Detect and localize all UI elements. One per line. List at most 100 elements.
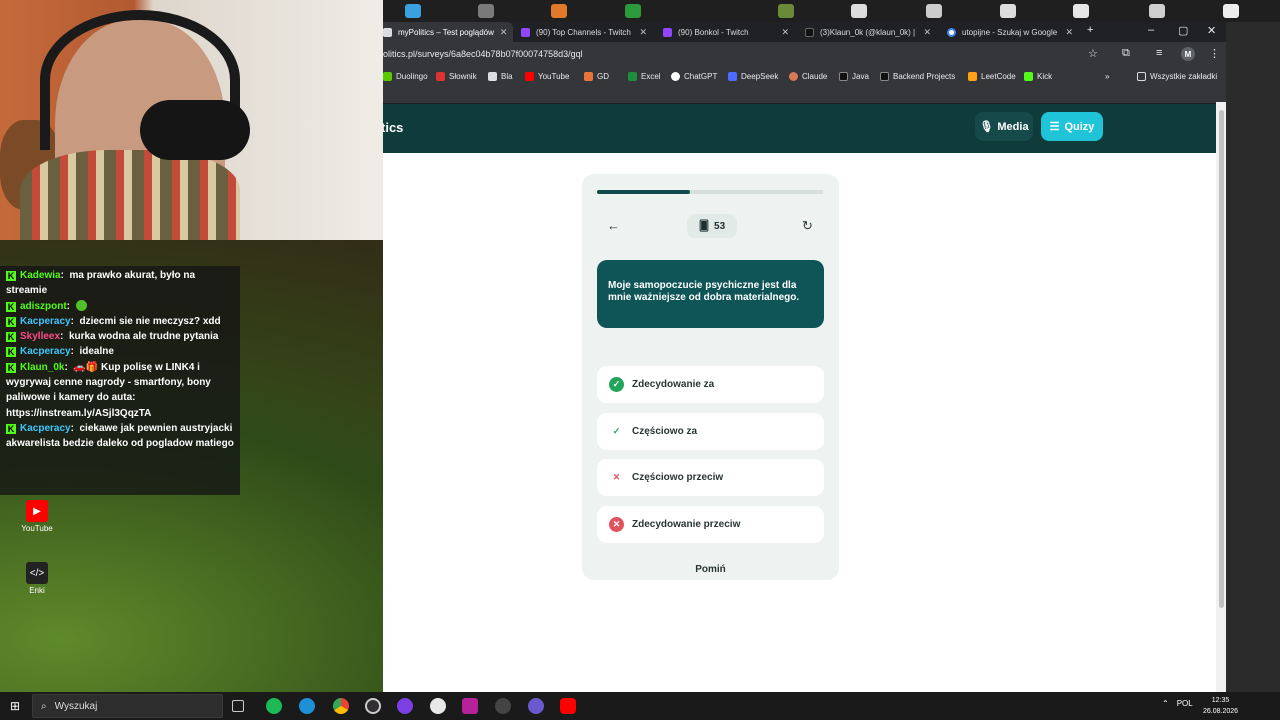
spotify-icon[interactable] bbox=[266, 698, 282, 714]
windows-start-icon[interactable]: ⊞ bbox=[10, 699, 20, 713]
kick-badge-icon: K bbox=[6, 347, 16, 358]
star-icon[interactable]: ☆ bbox=[1088, 47, 1098, 60]
heart-icon bbox=[584, 72, 593, 81]
bookmark-excel[interactable]: Excel bbox=[628, 72, 661, 81]
streamer-shirt bbox=[20, 150, 240, 240]
bookmark-slownik[interactable]: Słownik bbox=[436, 72, 477, 81]
tab-label: (90) Top Channels - Twitch bbox=[536, 27, 631, 37]
app-icon[interactable] bbox=[495, 698, 511, 714]
desktop-icon-label: Enki bbox=[29, 586, 45, 595]
webcam-overlay bbox=[0, 0, 383, 240]
app-icon[interactable] bbox=[478, 4, 494, 18]
url-field[interactable]: olitics.pl/surveys/6a8ec04b78b07f0007475… bbox=[383, 49, 583, 59]
tab-mypolitics[interactable]: myPolitics – Test poglądów ✕ bbox=[377, 22, 513, 42]
chat-message: K Skylleex: kurka wodna ale trudne pytani… bbox=[6, 331, 219, 343]
app-icon[interactable] bbox=[778, 4, 794, 18]
document-icon[interactable] bbox=[1149, 4, 1165, 18]
bookmark-claude[interactable]: Claude bbox=[789, 72, 827, 81]
tab-strip: myPolitics – Test poglądów ✕ (90) Top Ch… bbox=[377, 22, 1238, 42]
maximize-icon[interactable]: ▢ bbox=[1178, 24, 1188, 37]
question-counter: 🂠 53 bbox=[687, 214, 737, 238]
minimize-icon[interactable]: – bbox=[1148, 24, 1154, 36]
document-icon[interactable] bbox=[926, 4, 942, 18]
tab-label: (3)Klaun_0k (@klaun_0k) | bbox=[820, 27, 916, 37]
tab-google[interactable]: utopijne - Szukaj w Google ✕ bbox=[941, 22, 1079, 42]
language-indicator[interactable]: POL bbox=[1177, 699, 1193, 708]
bookmark-chatgpt[interactable]: ChatGPT bbox=[671, 72, 717, 81]
media-button[interactable]: 🎙 Media bbox=[975, 112, 1033, 141]
desktop-icon-enki[interactable]: </> Enki bbox=[18, 562, 56, 595]
all-bookmarks[interactable]: Wszystkie zakładki bbox=[1137, 72, 1217, 81]
taskbar-search[interactable]: ⌕ Wyszukaj bbox=[32, 694, 223, 718]
option-partly-agree[interactable]: ✓ Częściowo za bbox=[597, 413, 824, 450]
obs-icon[interactable] bbox=[365, 698, 381, 714]
question-text: Moje samopoczucie psychiczne jest dla mn… bbox=[597, 260, 824, 328]
app-icon[interactable] bbox=[528, 698, 544, 714]
site-logo[interactable]: tics bbox=[381, 120, 403, 135]
folder-icon[interactable] bbox=[405, 4, 421, 18]
chat-username: adiszpont bbox=[20, 300, 67, 312]
bookmark-java[interactable]: Java bbox=[839, 72, 869, 81]
x-circle-icon: ✕ bbox=[609, 517, 624, 532]
document-icon[interactable] bbox=[851, 4, 867, 18]
bookmark-duolingo[interactable]: Duolingo bbox=[383, 72, 428, 81]
clock[interactable]: 12:35 26.08.2026 bbox=[1203, 695, 1238, 717]
tab-tiktok[interactable]: (3)Klaun_0k (@klaun_0k) | ✕ bbox=[799, 22, 937, 42]
document-icon[interactable] bbox=[1223, 4, 1239, 18]
bookmark-bla[interactable]: Bla bbox=[488, 72, 513, 81]
tab-bonkol[interactable]: (90) Bonkol - Twitch ✕ bbox=[657, 22, 795, 42]
bookmark-deepseek[interactable]: DeepSeek bbox=[728, 72, 778, 81]
bookmark-kick[interactable]: Kick bbox=[1024, 72, 1052, 81]
more-bookmarks-icon[interactable]: » bbox=[1105, 72, 1109, 81]
new-tab-icon[interactable]: + bbox=[1087, 24, 1093, 36]
profile-avatar[interactable]: M bbox=[1181, 47, 1195, 61]
task-view-icon[interactable] bbox=[232, 700, 244, 712]
chat-text: idealne bbox=[79, 346, 114, 358]
twitch-icon bbox=[521, 27, 530, 37]
option-strongly-agree[interactable]: ✓ Zdecydowanie za bbox=[597, 366, 824, 403]
onenote-icon[interactable] bbox=[462, 698, 478, 714]
close-icon[interactable]: ✕ bbox=[1065, 27, 1073, 38]
skip-button[interactable]: Pomiń bbox=[582, 564, 839, 575]
document-icon[interactable] bbox=[1000, 4, 1016, 18]
bookmark-gd[interactable]: GD bbox=[584, 72, 609, 81]
bookmark-label: GD bbox=[597, 72, 609, 81]
media-control-icon[interactable]: ≡ bbox=[1156, 47, 1162, 59]
option-label: Częściowo przeciw bbox=[632, 472, 724, 483]
app-icon[interactable] bbox=[430, 698, 446, 714]
bookmark-label: Excel bbox=[641, 72, 661, 81]
app-icon[interactable] bbox=[397, 698, 413, 714]
bookmark-youtube[interactable]: YouTube bbox=[525, 72, 569, 81]
chat-message: K Kacperacy: idealne bbox=[6, 346, 114, 358]
bookmark-label: Duolingo bbox=[396, 72, 428, 81]
youtube-icon[interactable] bbox=[560, 698, 576, 714]
tab-top-channels[interactable]: (90) Top Channels - Twitch ✕ bbox=[515, 22, 653, 42]
kebab-menu-icon[interactable]: ⋮ bbox=[1209, 47, 1220, 60]
app-icon[interactable] bbox=[551, 4, 567, 18]
back-arrow-icon[interactable]: ← bbox=[607, 218, 620, 233]
extensions-icon[interactable]: ⧉ bbox=[1122, 47, 1130, 60]
bookmark-leetcode[interactable]: LeetCode bbox=[968, 72, 1016, 81]
desktop-icon-youtube[interactable]: ▶ YouTube bbox=[18, 500, 56, 533]
close-icon[interactable]: ✕ bbox=[639, 27, 647, 38]
quiz-button[interactable]: ☰ Quizy bbox=[1041, 112, 1103, 141]
tab-label: (90) Bonkol - Twitch bbox=[678, 27, 749, 37]
flag-icon[interactable] bbox=[625, 4, 641, 18]
survey-card: ← 🂠 53 ↻ Moje samopoczucie psychiczne je… bbox=[582, 174, 839, 580]
microphone bbox=[140, 100, 250, 160]
page-scrollbar[interactable] bbox=[1216, 102, 1226, 692]
option-partly-disagree[interactable]: ✕ Częściowo przeciw bbox=[597, 459, 824, 496]
scrollbar-thumb[interactable] bbox=[1219, 110, 1224, 608]
bookmark-label: YouTube bbox=[538, 72, 570, 81]
option-strongly-disagree[interactable]: ✕ Zdecydowanie przeciw bbox=[597, 506, 824, 543]
document-icon[interactable] bbox=[1073, 4, 1089, 18]
reset-icon[interactable]: ↻ bbox=[802, 218, 813, 234]
close-icon[interactable]: ✕ bbox=[500, 27, 508, 38]
chrome-icon[interactable] bbox=[333, 698, 349, 714]
edge-icon[interactable] bbox=[299, 698, 315, 714]
close-icon[interactable]: ✕ bbox=[923, 27, 931, 38]
chevron-up-icon[interactable]: ⌃ bbox=[1162, 699, 1169, 708]
close-icon[interactable]: ✕ bbox=[781, 27, 789, 38]
bookmark-backend-projects[interactable]: Backend Projects bbox=[880, 72, 955, 81]
close-window-icon[interactable]: ✕ bbox=[1207, 24, 1216, 37]
